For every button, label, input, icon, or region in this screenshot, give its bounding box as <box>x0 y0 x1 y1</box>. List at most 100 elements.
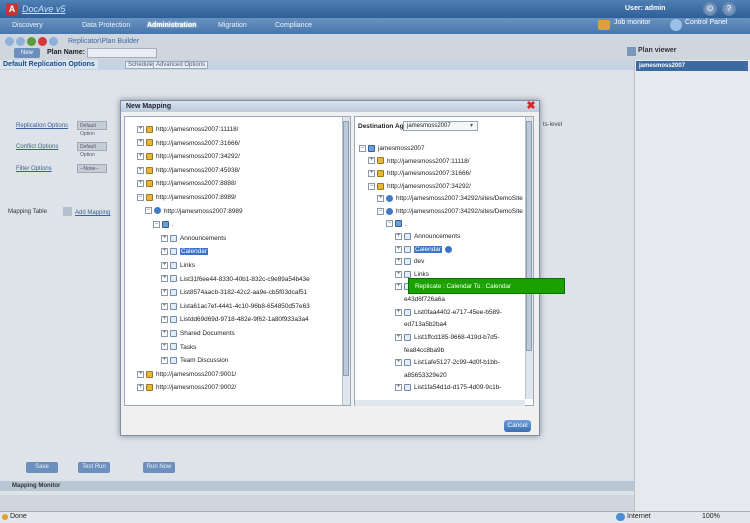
tree-node-label[interactable]: http://jamesmoss2007:31666/ <box>156 140 240 147</box>
tree-node[interactable]: −. <box>137 218 310 232</box>
mapping-monitor-bar[interactable]: Mapping Monitor <box>0 481 634 491</box>
expand-icon[interactable]: + <box>137 139 144 147</box>
destination-scrollbar[interactable] <box>525 117 533 399</box>
logout-icon[interactable]: ⏻ <box>703 2 717 16</box>
expand-icon[interactable]: + <box>137 180 144 188</box>
tree-node-label[interactable]: . <box>405 221 407 228</box>
save-button[interactable]: Save <box>26 462 58 473</box>
tab-advanced-options[interactable]: Advanced Options <box>153 61 209 69</box>
expand-icon[interactable]: + <box>368 157 375 165</box>
app-title[interactable]: DocAve v5 <box>22 4 65 14</box>
replication-options-link[interactable]: Replication Options <box>16 123 68 129</box>
conflict-options-link[interactable]: Conflict Options <box>16 144 58 150</box>
tree-node[interactable]: + http://jamesmoss2007:8888/ <box>137 177 310 191</box>
tree-node-label[interactable]: http://jamesmoss2007:34292/sites/DemoSit… <box>396 195 523 202</box>
tree-node-label[interactable]: http://jamesmoss2007:11118/ <box>156 126 238 133</box>
stop-icon[interactable] <box>38 37 47 46</box>
tree-node[interactable]: + List8574aacb-3182-42c2-aa9e-cb5f03dcaf5… <box>137 286 310 300</box>
tree-node-label[interactable]: Calendar <box>414 245 442 253</box>
tree-node[interactable]: + http://jamesmoss2007:9001/ <box>137 368 310 382</box>
add-mapping-link[interactable]: Add Mapping <box>75 210 110 216</box>
tree-node[interactable]: + List1afe5127-2c99-4d0f-b1bb- <box>359 357 523 370</box>
tree-node[interactable]: + List0faa4402-e717-45ee-b589- <box>359 307 523 320</box>
tree-node-label[interactable]: Links <box>180 262 195 269</box>
tree-node-label[interactable]: Tasks <box>180 344 196 351</box>
collapse-icon[interactable]: − <box>153 220 160 228</box>
tree-node-label[interactable]: Announcements <box>414 233 460 240</box>
tree-node-label[interactable]: List8574aacb-3182-42c2-aa9e-cb5f03dcaf51 <box>180 289 307 296</box>
expand-icon[interactable]: + <box>161 248 168 256</box>
collapse-icon[interactable]: − <box>368 182 375 190</box>
tree-node-label[interactable]: Shared Documents <box>180 330 235 337</box>
conflict-options-select[interactable]: Default Option <box>77 142 107 158</box>
cancel-button[interactable]: Cancel <box>504 420 531 432</box>
collapse-icon[interactable]: − <box>386 220 393 228</box>
tree-node-label[interactable]: List1ffcd185-9668-419d-b7d5- <box>414 334 500 341</box>
collapse-icon[interactable]: − <box>137 193 144 201</box>
tree-node-label[interactable]: http://jamesmoss2007:9001/ <box>156 371 236 378</box>
test-run-button[interactable]: Test Run <box>78 462 110 473</box>
tree-node[interactable]: − jamesmoss2007 <box>359 143 523 156</box>
tree-node[interactable]: + http://jamesmoss2007:31666/ <box>137 137 310 151</box>
job-monitor-link[interactable]: Job monitor <box>614 19 651 26</box>
tree-node-label[interactable]: Team Discussion <box>180 357 228 364</box>
tree-node-label[interactable]: http://jamesmoss2007:11118/ <box>387 158 469 165</box>
tree-node[interactable]: + http://jamesmoss2007:34292/ <box>137 150 310 164</box>
expand-icon[interactable]: + <box>395 308 402 316</box>
expand-icon[interactable]: + <box>161 356 168 364</box>
tree-node-label[interactable]: http://jamesmoss2007:34292/ <box>156 153 240 160</box>
close-icon[interactable]: ✖ <box>525 100 537 112</box>
tree-node-label[interactable]: ed713a5b2ba4 <box>404 321 447 328</box>
tree-node[interactable]: + Team Discussion <box>137 354 310 368</box>
nav-data-protection[interactable]: Data Protection <box>82 22 130 29</box>
tree-node-label[interactable]: http://jamesmoss2007:45938/ <box>156 167 240 174</box>
expand-icon[interactable]: + <box>395 333 402 341</box>
tree-node[interactable]: + Listdd69d69d-9718-482e-9f62-1a80f933a3a… <box>137 313 310 327</box>
tree-node[interactable]: − http://jamesmoss2007:34292/sites/DemoSi… <box>359 206 523 219</box>
tree-node[interactable]: + List1ffcd185-9668-419d-b7d5- <box>359 332 523 345</box>
tree-node-label[interactable]: . <box>172 221 174 228</box>
collapse-icon[interactable]: − <box>377 207 384 215</box>
run-now-button[interactable]: Run Now <box>143 462 175 473</box>
tree-node[interactable]: + http://jamesmoss2007:34292/sites/DemoSi… <box>359 193 523 206</box>
tree-node[interactable]: − http://jamesmoss2007:8989 <box>137 205 310 219</box>
tree-node[interactable]: + Tasks <box>137 341 310 355</box>
expand-icon[interactable]: + <box>395 245 402 253</box>
tree-node-label[interactable]: fea84cc8ba9b <box>404 347 444 354</box>
job-monitor-icon[interactable] <box>598 20 610 30</box>
expand-icon[interactable]: + <box>161 288 168 296</box>
expand-icon[interactable]: + <box>395 232 402 240</box>
forward-icon[interactable] <box>16 37 25 46</box>
expand-icon[interactable]: + <box>161 261 168 269</box>
tree-node[interactable]: + Shared Documents <box>137 327 310 341</box>
expand-icon[interactable]: + <box>161 329 168 337</box>
source-scroll-thumb[interactable] <box>343 121 349 376</box>
tree-node-label[interactable]: Calendar <box>180 248 208 256</box>
new-button[interactable]: New <box>14 48 40 58</box>
expand-icon[interactable]: + <box>137 384 144 392</box>
nav-migration[interactable]: Migration <box>218 22 247 29</box>
filter-options-link[interactable]: Filter Options <box>16 166 52 172</box>
plan-viewer-item[interactable]: jamesmoss2007 <box>636 61 748 71</box>
expand-icon[interactable]: + <box>395 258 402 266</box>
collapse-icon[interactable]: − <box>359 144 366 152</box>
tree-node-label[interactable]: List1fa54d1d-d175-4d09-9c1b- <box>414 384 501 391</box>
tree-node-label[interactable]: http://jamesmoss2007:9002/ <box>156 384 236 391</box>
control-panel-icon[interactable] <box>670 19 682 31</box>
expand-icon[interactable]: + <box>395 270 402 278</box>
tree-node[interactable]: −. <box>359 219 523 232</box>
chevron-down-icon[interactable]: ▾ <box>470 122 473 129</box>
expand-icon[interactable]: + <box>377 195 384 203</box>
tab-schedule[interactable]: Schedule <box>125 61 157 69</box>
tree-node-label[interactable]: http://jamesmoss2007:34292/sites/DemoSit… <box>396 208 523 215</box>
source-scrollbar[interactable] <box>342 117 350 405</box>
tree-node-label[interactable]: dev <box>414 258 424 265</box>
tree-node-label[interactable]: Listdd69d69d-9718-482e-9f62-1a80f933a3a4 <box>180 316 309 323</box>
expand-icon[interactable]: + <box>137 370 144 378</box>
tree-node-label[interactable]: Announcements <box>180 235 226 242</box>
tree-node[interactable]: + dev <box>359 256 523 269</box>
refresh-icon[interactable] <box>49 37 58 46</box>
tree-node[interactable]: − http://jamesmoss2007:34292/ <box>359 181 523 194</box>
tree-node[interactable]: fea84cc8ba9b <box>359 345 523 358</box>
tree-node-label[interactable]: a85653329e20 <box>404 372 447 379</box>
